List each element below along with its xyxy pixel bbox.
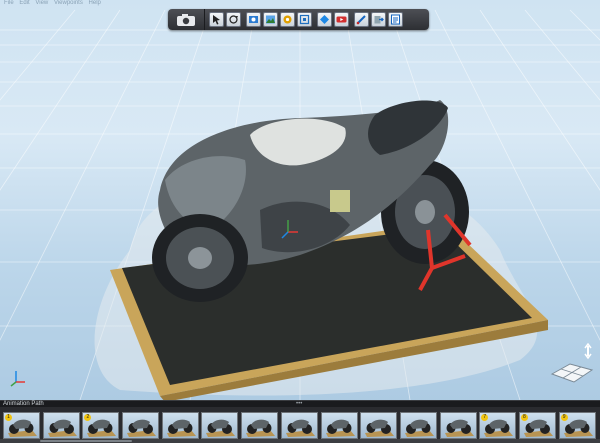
animation-keyframe-thumbnail[interactable] <box>399 411 437 439</box>
render-button[interactable] <box>246 12 261 27</box>
strip-scroll-thumb[interactable] <box>40 440 132 442</box>
keyframe-number-badge: 8 <box>520 413 528 421</box>
menu-file[interactable]: File <box>4 0 14 6</box>
animation-keyframe-thumbnail[interactable] <box>122 411 160 439</box>
animation-keyframe-thumbnail[interactable] <box>201 411 239 439</box>
orbit-icon <box>229 15 238 24</box>
camera-button[interactable] <box>168 9 205 30</box>
animation-keyframe-thumbnail[interactable]: 1 <box>3 411 40 439</box>
measure-icon <box>356 15 366 25</box>
motorcycle-thumbnail-icon <box>246 419 276 437</box>
animation-keyframe-thumbnail[interactable]: 7 <box>479 411 517 439</box>
motorcycle-thumbnail-icon <box>127 419 157 437</box>
menu-edit[interactable]: Edit <box>19 0 29 6</box>
navigation-icon <box>283 15 292 24</box>
motorcycle-thumbnail-icon <box>206 419 236 437</box>
material-icon <box>320 15 329 24</box>
image-export-icon <box>266 15 275 24</box>
material-button[interactable] <box>317 12 332 27</box>
axis-triad-icon <box>10 371 25 387</box>
youtube-icon <box>336 16 347 23</box>
animation-keyframe-thumbnail[interactable]: 2 <box>82 411 120 439</box>
orbit-button[interactable] <box>226 12 241 27</box>
export-icon <box>374 16 384 24</box>
view-cube-icon[interactable] <box>548 342 596 384</box>
menu-bar: File Edit View Viewpoints Help <box>0 0 600 6</box>
render-icon <box>249 16 258 23</box>
animation-thumbnail-strip: 1 2 7 8 9 <box>0 407 600 443</box>
animation-keyframe-thumbnail[interactable] <box>42 411 80 439</box>
motorcycle-thumbnail-icon <box>365 419 395 437</box>
image-export-button[interactable] <box>263 12 278 27</box>
animation-keyframe-thumbnail[interactable] <box>241 411 279 439</box>
properties-button[interactable] <box>388 12 403 27</box>
animation-keyframe-thumbnail[interactable]: 8 <box>518 411 556 439</box>
select-button[interactable] <box>209 12 224 27</box>
camera-icon <box>177 13 195 26</box>
properties-icon <box>391 14 400 25</box>
motorcycle-thumbnail-icon <box>285 419 315 437</box>
select-icon <box>213 15 220 25</box>
animation-keyframe-thumbnail[interactable]: 9 <box>558 411 596 439</box>
keyframe-number-badge: 7 <box>481 413 489 421</box>
animation-keyframe-thumbnail[interactable] <box>320 411 358 439</box>
animation-keyframe-thumbnail[interactable] <box>439 411 477 439</box>
zoom-extents-button[interactable] <box>297 12 312 27</box>
front-wheel <box>152 214 248 302</box>
menu-help[interactable]: Help <box>89 0 101 6</box>
zoom-extents-icon <box>299 14 310 25</box>
animation-keyframe-thumbnail[interactable] <box>280 411 318 439</box>
menu-viewpoints[interactable]: Viewpoints <box>54 0 83 6</box>
youtube-button[interactable] <box>334 12 349 27</box>
navigation-button[interactable] <box>280 12 295 27</box>
keyframe-number-badge: 9 <box>560 413 568 421</box>
3d-viewport[interactable] <box>0 0 600 400</box>
motorcycle-thumbnail-icon <box>325 419 355 437</box>
motorcycle-thumbnail-icon <box>444 419 474 437</box>
motorcycle-thumbnail-icon <box>47 419 77 437</box>
motorcycle-thumbnail-icon <box>166 419 196 437</box>
animation-keyframe-thumbnail[interactable] <box>161 411 199 439</box>
menu-view[interactable]: View <box>35 0 48 6</box>
export-button[interactable] <box>371 12 386 27</box>
floating-toolbar <box>168 9 429 30</box>
animation-keyframe-thumbnail[interactable] <box>360 411 398 439</box>
motorcycle-thumbnail-icon <box>404 419 434 437</box>
keyframe-number-badge: 1 <box>5 413 12 421</box>
keyframe-number-badge: 2 <box>84 413 92 421</box>
measure-button[interactable] <box>354 12 369 27</box>
